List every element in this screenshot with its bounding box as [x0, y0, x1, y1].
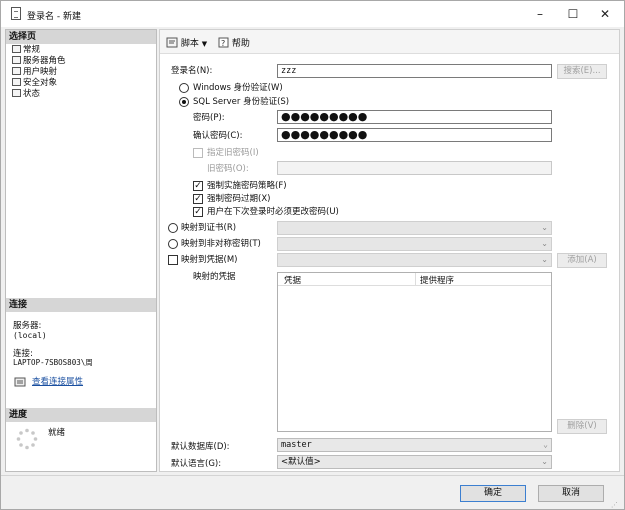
grid-header: 凭据 提供程序	[278, 273, 551, 286]
document-icon	[11, 7, 21, 20]
page-icon	[12, 89, 21, 97]
password-input[interactable]: ●●●●●●●●●	[277, 110, 552, 124]
map-asym-key-label: 映射到非对称密钥(T)	[181, 239, 261, 249]
map-credential-label: 映射到凭据(M)	[181, 255, 238, 265]
enforce-policy-label: 强制实施密码策略(F)	[207, 181, 287, 191]
old-password-label: 旧密码(O):	[207, 164, 249, 174]
cancel-button[interactable]: 取消	[538, 485, 604, 502]
mapped-credentials-label: 映射的凭据	[193, 272, 236, 282]
sidebar-item-user-mapping[interactable]: 用户映射	[12, 67, 57, 77]
enforce-policy-checkbox[interactable]: ✓	[193, 181, 203, 191]
toolbar: 脚本 ▼ ? 帮助	[160, 30, 619, 54]
chevron-down-icon: ⌄	[541, 457, 548, 466]
select-page-header: 选择页	[6, 30, 156, 44]
password-label: 密码(P):	[193, 113, 225, 123]
search-button[interactable]: 搜索(E)...	[557, 64, 607, 79]
old-password-input[interactable]	[277, 161, 552, 175]
default-lang-combo[interactable]: <默认值> ⌄	[277, 455, 552, 469]
specify-old-password-label: 指定旧密码(I)	[207, 148, 259, 158]
map-certificate-label: 映射到证书(R)	[181, 223, 237, 233]
must-change-checkbox[interactable]: ✓	[193, 207, 203, 217]
connection-value: LAPTOP-7SBOS803\周	[13, 358, 93, 367]
remove-button[interactable]: 删除(V)	[557, 419, 607, 434]
window-title: 登录名 - 新建	[27, 12, 81, 22]
confirm-password-input[interactable]: ●●●●●●●●●	[277, 128, 552, 142]
script-icon	[166, 37, 178, 48]
help-icon: ?	[218, 37, 229, 48]
grid-col-provider: 提供程序	[420, 276, 455, 286]
asym-key-combo[interactable]: ⌄	[277, 237, 552, 251]
windows-auth-label: Windows 身份验证(W)	[193, 83, 283, 93]
login-new-dialog: 登录名 - 新建 – ☐ ✕ 选择页 常规 服务器角色 用户映射 安全对象 状态…	[0, 0, 625, 510]
chevron-down-icon: ⌄	[543, 440, 548, 449]
maximize-button[interactable]: ☐	[561, 5, 585, 23]
sidebar-item-securables[interactable]: 安全对象	[12, 78, 57, 88]
enforce-expiration-label: 强制密码过期(X)	[207, 194, 271, 204]
grid-divider	[415, 273, 416, 286]
minimize-button[interactable]: –	[528, 5, 552, 23]
windows-auth-radio[interactable]	[179, 83, 189, 93]
login-name-label: 登录名(N):	[171, 66, 213, 76]
properties-icon	[14, 377, 26, 387]
sidebar: 选择页 常规 服务器角色 用户映射 安全对象 状态 连接 服务器: (local…	[5, 29, 157, 472]
script-button[interactable]: 脚本 ▼	[166, 36, 207, 49]
view-connection-properties-link[interactable]: 查看连接属性	[32, 376, 83, 388]
spinner-icon	[16, 428, 38, 450]
server-value: (local)	[13, 331, 47, 340]
progress-header: 进度	[6, 408, 156, 422]
add-button[interactable]: 添加(A)	[557, 253, 607, 268]
specify-old-password-checkbox[interactable]	[193, 148, 203, 158]
map-credential-checkbox[interactable]	[168, 255, 178, 265]
login-name-input[interactable]: zzz	[277, 64, 552, 78]
sidebar-item-status[interactable]: 状态	[12, 89, 40, 99]
page-icon	[12, 56, 21, 64]
page-icon	[12, 78, 21, 86]
map-asym-key-radio[interactable]	[168, 239, 178, 249]
default-db-label: 默认数据库(D):	[171, 442, 230, 452]
chevron-down-icon: ▼	[201, 40, 208, 48]
ok-button[interactable]: 确定	[460, 485, 526, 502]
page-icon	[12, 45, 21, 53]
resize-grip-icon[interactable]: ⋰	[611, 501, 618, 509]
footer-divider	[1, 475, 624, 476]
close-button[interactable]: ✕	[593, 5, 617, 23]
map-certificate-radio[interactable]	[168, 223, 178, 233]
credential-combo[interactable]: ⌄	[277, 253, 552, 267]
sql-auth-label: SQL Server 身份验证(S)	[193, 97, 290, 107]
svg-text:?: ?	[221, 39, 225, 48]
chevron-down-icon: ⌄	[541, 223, 548, 232]
sql-auth-radio[interactable]	[179, 97, 189, 107]
certificate-combo[interactable]: ⌄	[277, 221, 552, 235]
must-change-label: 用户在下次登录时必须更改密码(U)	[207, 207, 339, 217]
mapped-credentials-grid[interactable]: 凭据 提供程序	[277, 272, 552, 432]
title-bar: 登录名 - 新建 – ☐ ✕	[1, 1, 624, 27]
chevron-down-icon: ⌄	[541, 255, 548, 264]
default-lang-label: 默认语言(G):	[171, 459, 222, 469]
enforce-expiration-checkbox[interactable]: ✓	[193, 194, 203, 204]
connection-header: 连接	[6, 298, 156, 312]
sidebar-item-server-roles[interactable]: 服务器角色	[12, 56, 66, 66]
confirm-password-label: 确认密码(C):	[193, 131, 243, 141]
progress-status: 就绪	[48, 428, 66, 438]
page-icon	[12, 67, 21, 75]
default-db-combo[interactable]: master ⌄	[277, 438, 552, 452]
sidebar-item-general[interactable]: 常规	[12, 45, 40, 55]
help-button[interactable]: ? 帮助	[218, 36, 250, 49]
grid-col-credential: 凭据	[284, 276, 302, 286]
chevron-down-icon: ⌄	[541, 239, 548, 248]
